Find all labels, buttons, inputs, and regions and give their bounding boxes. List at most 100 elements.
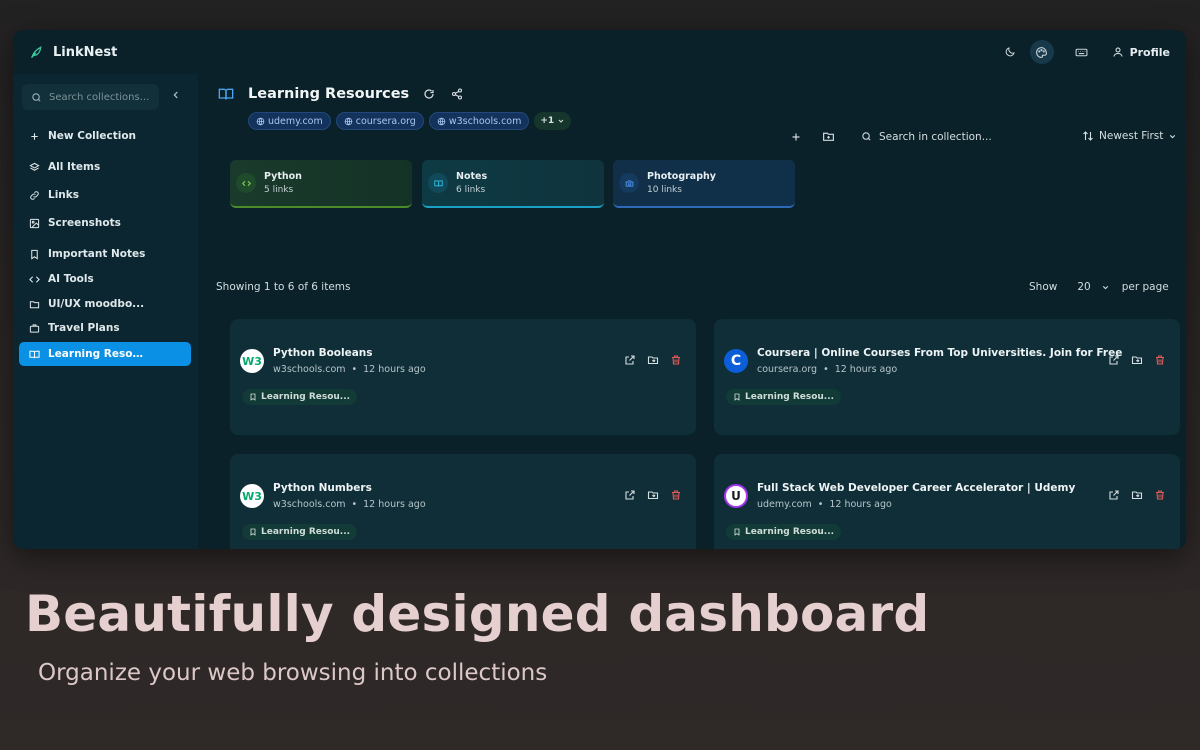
domain-label: udemy.com (268, 115, 323, 127)
search-placeholder: Search in collection... (879, 130, 992, 143)
bookmark-icon (29, 249, 40, 260)
sort-dropdown[interactable]: Newest First (1082, 130, 1177, 142)
search-icon (31, 92, 42, 103)
chevron-down-icon (557, 117, 565, 125)
link-card[interactable]: W3 Python Numbers w3schools.com • 12 hou… (230, 454, 696, 549)
new-collection-button[interactable]: New Collection (19, 124, 191, 148)
subcollection-card-python[interactable]: Python 5 links (230, 160, 412, 208)
folder-icon (29, 299, 40, 310)
sidebar-item-all-items[interactable]: All Items (19, 155, 191, 179)
move-to-folder-icon[interactable] (1131, 354, 1143, 366)
bookmark-icon (249, 528, 257, 536)
link-card[interactable]: C Coursera | Online Courses From Top Uni… (714, 319, 1180, 435)
profile-button[interactable]: Profile (1112, 46, 1170, 59)
per-page-label: per page (1121, 281, 1169, 293)
briefcase-icon (29, 323, 40, 334)
more-domains-button[interactable]: +1 (534, 112, 572, 130)
leaf-logo-icon (29, 45, 43, 59)
card-time: 12 hours ago (834, 364, 898, 375)
card-title[interactable]: Full Stack Web Developer Career Accelera… (757, 482, 1075, 494)
domain-chip[interactable]: coursera.org (335, 112, 424, 130)
domain-chip[interactable]: udemy.com (248, 112, 331, 130)
card-collection-tag[interactable]: Learning Resou... (726, 389, 841, 405)
sidebar-item-screenshots[interactable]: Screenshots (19, 211, 191, 235)
sidebar-item-label: Screenshots (48, 217, 121, 229)
add-link-plus-icon[interactable] (790, 131, 802, 143)
trash-icon[interactable] (670, 354, 682, 366)
external-link-icon[interactable] (624, 489, 636, 501)
subcollection-count: 6 links (456, 185, 486, 195)
coursera-favicon-icon: C (724, 349, 748, 373)
move-to-folder-icon[interactable] (647, 354, 659, 366)
w3schools-favicon-icon: W3 (240, 484, 264, 508)
sidebar-item-links[interactable]: Links (19, 183, 191, 207)
domain-chip[interactable]: w3schools.com (428, 112, 530, 130)
sort-arrows-icon (1082, 130, 1094, 142)
move-to-folder-icon[interactable] (1131, 489, 1143, 501)
per-page-value: 20 (1077, 281, 1091, 293)
card-title[interactable]: Python Booleans (273, 347, 373, 359)
sidebar-item-label: Travel Plans (48, 322, 120, 334)
link-icon (29, 190, 40, 201)
chevron-down-icon (1168, 132, 1177, 141)
card-collection-tag[interactable]: Learning Resou... (242, 524, 357, 540)
dark-mode-moon-icon[interactable] (998, 40, 1022, 64)
new-collection-label: New Collection (48, 130, 137, 142)
link-card[interactable]: U Full Stack Web Developer Career Accele… (714, 454, 1180, 549)
card-collection-tag[interactable]: Learning Resou... (242, 389, 357, 405)
book-icon (29, 349, 40, 360)
per-page-select[interactable]: 20 (1073, 281, 1113, 293)
sidebar-item-ai-tools[interactable]: AI Tools (19, 267, 191, 291)
keyboard-icon[interactable] (1070, 40, 1094, 64)
globe-icon (344, 117, 353, 126)
move-to-folder-icon[interactable] (647, 489, 659, 501)
trash-icon[interactable] (1154, 489, 1166, 501)
search-placeholder: Search collections... (49, 91, 150, 103)
palette-icon[interactable] (1029, 40, 1054, 64)
chevron-down-icon (1101, 283, 1110, 292)
external-link-icon[interactable] (1108, 354, 1120, 366)
chevron-left-icon[interactable] (171, 90, 181, 100)
globe-icon (437, 117, 446, 126)
brand[interactable]: LinkNest (29, 45, 117, 60)
udemy-favicon-icon: U (724, 484, 748, 508)
subcollection-name: Notes (456, 171, 488, 182)
external-link-icon[interactable] (624, 354, 636, 366)
trash-icon[interactable] (1154, 354, 1166, 366)
bookmark-icon (733, 528, 741, 536)
card-title[interactable]: Coursera | Online Courses From Top Unive… (757, 347, 1122, 359)
bookmark-icon (733, 393, 741, 401)
refresh-icon[interactable] (423, 88, 435, 100)
app-window: LinkNest Profile Search collections... N… (13, 30, 1186, 549)
domain-label: coursera.org (355, 115, 416, 127)
hero-subtitle: Organize your web browsing into collecti… (38, 660, 548, 686)
card-domain: w3schools.com (273, 364, 346, 375)
link-card[interactable]: W3 Python Booleans w3schools.com • 12 ho… (230, 319, 696, 435)
camera-icon (619, 173, 639, 193)
sidebar-item-travel-plans[interactable]: Travel Plans (19, 316, 191, 340)
sidebar-item-label: Important Notes (48, 248, 146, 260)
share-icon[interactable] (451, 88, 463, 100)
external-link-icon[interactable] (1108, 489, 1120, 501)
sidebar-item-label: Links (48, 189, 79, 201)
card-title[interactable]: Python Numbers (273, 482, 372, 494)
collection-search-input[interactable]: Search in collection... (861, 131, 992, 143)
trash-icon[interactable] (670, 489, 682, 501)
sidebar-item-learning-resources[interactable]: Learning Resou... (19, 342, 191, 366)
sidebar-item-uiux-moodboard[interactable]: UI/UX moodbo... (19, 292, 191, 316)
results-count: Showing 1 to 6 of 6 items (216, 281, 351, 293)
domain-label: w3schools.com (448, 115, 522, 127)
book-icon (428, 173, 448, 193)
w3schools-favicon-icon: W3 (240, 349, 264, 373)
subcollection-card-notes[interactable]: Notes 6 links (422, 160, 604, 208)
collection-search-input[interactable]: Search collections... (22, 84, 159, 110)
globe-icon (256, 117, 265, 126)
sidebar-item-label: UI/UX moodbo... (48, 298, 145, 310)
show-label: Show (1029, 281, 1058, 293)
subcollection-card-photography[interactable]: Photography 10 links (613, 160, 795, 208)
folder-plus-icon[interactable] (822, 130, 835, 143)
image-icon (29, 218, 40, 229)
card-collection-tag[interactable]: Learning Resou... (726, 524, 841, 540)
sidebar-item-important-notes[interactable]: Important Notes (19, 242, 191, 266)
app-name: LinkNest (53, 44, 118, 60)
